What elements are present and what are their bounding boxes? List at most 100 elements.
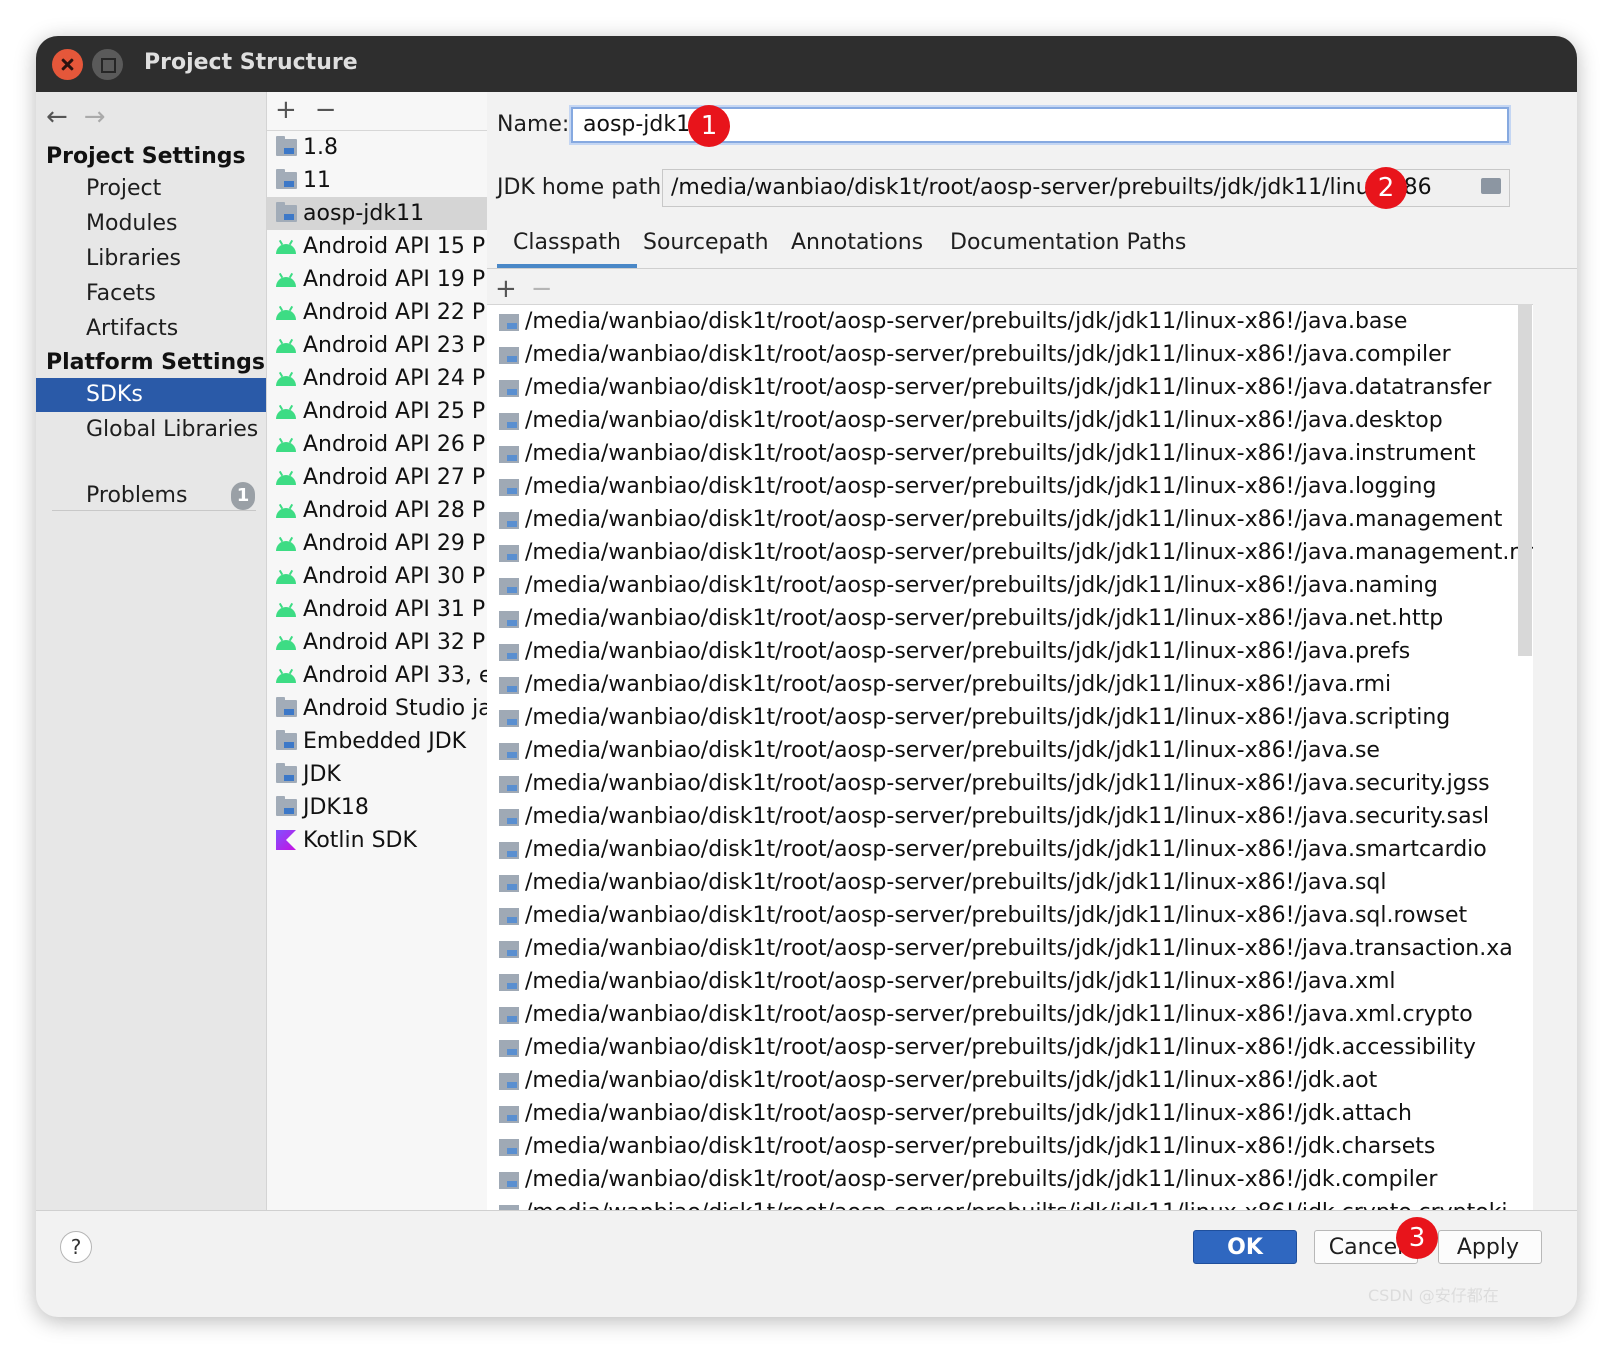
android-icon bbox=[276, 574, 296, 584]
classpath-row[interactable]: /media/wanbiao/disk1t/root/aosp-server/p… bbox=[487, 932, 1533, 965]
sdk-list-item[interactable]: Android API 24 Plat bbox=[267, 362, 487, 395]
remove-sdk-icon[interactable]: − bbox=[315, 95, 337, 125]
android-icon bbox=[276, 277, 296, 287]
sdk-list-item[interactable]: Android API 27 Plat bbox=[267, 461, 487, 494]
sdk-list-item[interactable]: Android Studio java bbox=[267, 692, 487, 725]
sdk-list-item[interactable]: Android API 29 Plat bbox=[267, 527, 487, 560]
android-icon bbox=[276, 475, 296, 485]
project-structure-window: Project Structure ← → Project Settings Pr… bbox=[36, 36, 1577, 1317]
classpath-row[interactable]: /media/wanbiao/disk1t/root/aosp-server/p… bbox=[487, 668, 1533, 701]
maximize-window-icon[interactable] bbox=[92, 49, 123, 80]
classpath-row[interactable]: /media/wanbiao/disk1t/root/aosp-server/p… bbox=[487, 833, 1533, 866]
sdk-list-item-label: Android API 31 Plat bbox=[303, 597, 487, 622]
sdk-list-item[interactable]: 11 bbox=[267, 164, 487, 197]
classpath-row[interactable]: /media/wanbiao/disk1t/root/aosp-server/p… bbox=[487, 1031, 1533, 1064]
close-window-icon[interactable] bbox=[52, 49, 83, 80]
sdk-list-item[interactable]: Android API 32 Plat bbox=[267, 626, 487, 659]
sdk-list-toolbar: + − bbox=[267, 92, 487, 131]
classpath-row[interactable]: /media/wanbiao/disk1t/root/aosp-server/p… bbox=[487, 536, 1533, 569]
jar-folder-icon bbox=[499, 413, 519, 430]
classpath-row[interactable]: /media/wanbiao/disk1t/root/aosp-server/p… bbox=[487, 437, 1533, 470]
classpath-row[interactable]: /media/wanbiao/disk1t/root/aosp-server/p… bbox=[487, 635, 1533, 668]
sdk-list-item-label: Android API 32 Plat bbox=[303, 630, 487, 655]
folder-icon bbox=[276, 796, 297, 816]
folder-icon bbox=[276, 169, 297, 189]
title-bar: Project Structure bbox=[36, 36, 1577, 93]
jdk-home-path-value: /media/wanbiao/disk1t/root/aosp-server/p… bbox=[671, 175, 1432, 200]
tab-classpath[interactable]: Classpath bbox=[497, 230, 637, 268]
sdk-list-item[interactable]: Android API 15 Plat bbox=[267, 230, 487, 263]
nav-item-libraries[interactable]: Libraries bbox=[36, 242, 266, 276]
classpath-row[interactable]: /media/wanbiao/disk1t/root/aosp-server/p… bbox=[487, 701, 1533, 734]
back-arrow-icon[interactable]: ← bbox=[46, 102, 68, 132]
sdk-list-item[interactable]: Android API 28 Plat bbox=[267, 494, 487, 527]
classpath-row[interactable]: /media/wanbiao/disk1t/root/aosp-server/p… bbox=[487, 800, 1533, 833]
folder-icon bbox=[276, 697, 297, 717]
classpath-row[interactable]: /media/wanbiao/disk1t/root/aosp-server/p… bbox=[487, 305, 1533, 338]
classpath-row[interactable]: /media/wanbiao/disk1t/root/aosp-server/p… bbox=[487, 866, 1533, 899]
classpath-list[interactable]: /media/wanbiao/disk1t/root/aosp-server/p… bbox=[487, 304, 1533, 1280]
classpath-row[interactable]: /media/wanbiao/disk1t/root/aosp-server/p… bbox=[487, 569, 1533, 602]
window-title: Project Structure bbox=[144, 50, 358, 75]
sdk-list-item[interactable]: Android API 33, ext bbox=[267, 659, 487, 692]
sdk-list-item[interactable]: Kotlin SDK bbox=[267, 824, 487, 857]
problems-label: Problems bbox=[86, 483, 188, 508]
classpath-row[interactable]: /media/wanbiao/disk1t/root/aosp-server/p… bbox=[487, 965, 1533, 998]
sdk-list-item[interactable]: JDK bbox=[267, 758, 487, 791]
classpath-row[interactable]: /media/wanbiao/disk1t/root/aosp-server/p… bbox=[487, 998, 1533, 1031]
apply-button[interactable]: Apply bbox=[1438, 1230, 1542, 1264]
sdk-list-item[interactable]: Android API 23 Plat bbox=[267, 329, 487, 362]
nav-item-modules[interactable]: Modules bbox=[36, 207, 266, 241]
sdk-list-item-label: Android API 29 Plat bbox=[303, 531, 487, 556]
sdk-list-item[interactable]: Android API 22 Plat bbox=[267, 296, 487, 329]
classpath-row[interactable]: /media/wanbiao/disk1t/root/aosp-server/p… bbox=[487, 404, 1533, 437]
nav-item-facets[interactable]: Facets bbox=[36, 277, 266, 311]
classpath-scrollbar[interactable] bbox=[1518, 304, 1532, 656]
jar-folder-icon bbox=[499, 347, 519, 364]
nav-item-global-libraries[interactable]: Global Libraries bbox=[36, 413, 266, 447]
ok-button[interactable]: OK bbox=[1193, 1230, 1297, 1264]
sdk-list-item[interactable]: 1.8 bbox=[267, 131, 487, 164]
sdk-list-item[interactable]: Android API 31 Plat bbox=[267, 593, 487, 626]
classpath-row[interactable]: /media/wanbiao/disk1t/root/aosp-server/p… bbox=[487, 1130, 1533, 1163]
nav-item-problems[interactable]: Problems 1 bbox=[36, 479, 266, 513]
sdk-list-item[interactable]: aosp-jdk11 bbox=[267, 197, 487, 230]
classpath-entry-label: /media/wanbiao/disk1t/root/aosp-server/p… bbox=[525, 342, 1451, 367]
sdk-list-item[interactable]: Android API 30 Plat bbox=[267, 560, 487, 593]
nav-item-sdks[interactable]: SDKs bbox=[36, 378, 266, 412]
browse-folder-icon[interactable] bbox=[1481, 178, 1501, 194]
sdk-list-item[interactable]: Android API 26 Plat bbox=[267, 428, 487, 461]
classpath-row[interactable]: /media/wanbiao/disk1t/root/aosp-server/p… bbox=[487, 734, 1533, 767]
jar-folder-icon bbox=[499, 1007, 519, 1024]
classpath-row[interactable]: /media/wanbiao/disk1t/root/aosp-server/p… bbox=[487, 767, 1533, 800]
remove-classpath-icon: − bbox=[530, 274, 553, 304]
add-classpath-icon[interactable]: + bbox=[495, 274, 517, 304]
sdk-list-item-label: JDK bbox=[303, 762, 341, 787]
sdk-list-item-label: Android API 26 Plat bbox=[303, 432, 487, 457]
classpath-row[interactable]: /media/wanbiao/disk1t/root/aosp-server/p… bbox=[487, 503, 1533, 536]
sdk-list-item[interactable]: Android API 25 Plat bbox=[267, 395, 487, 428]
sdk-list-item-label: Android API 25 Plat bbox=[303, 399, 487, 424]
tab-documentation-paths[interactable]: Documentation Paths bbox=[934, 230, 1202, 268]
classpath-row[interactable]: /media/wanbiao/disk1t/root/aosp-server/p… bbox=[487, 899, 1533, 932]
help-button[interactable]: ? bbox=[60, 1231, 92, 1263]
sdk-list-item[interactable]: Embedded JDK bbox=[267, 725, 487, 758]
classpath-row[interactable]: /media/wanbiao/disk1t/root/aosp-server/p… bbox=[487, 1097, 1533, 1130]
add-sdk-icon[interactable]: + bbox=[275, 95, 297, 125]
tab-sourcepath[interactable]: Sourcepath bbox=[627, 230, 785, 268]
classpath-row[interactable]: /media/wanbiao/disk1t/root/aosp-server/p… bbox=[487, 1163, 1533, 1196]
nav-item-artifacts[interactable]: Artifacts bbox=[36, 312, 266, 346]
sdk-list-item[interactable]: Android API 19 Plat bbox=[267, 263, 487, 296]
android-icon bbox=[276, 343, 296, 353]
classpath-row[interactable]: /media/wanbiao/disk1t/root/aosp-server/p… bbox=[487, 338, 1533, 371]
classpath-row[interactable]: /media/wanbiao/disk1t/root/aosp-server/p… bbox=[487, 1064, 1533, 1097]
sdk-list-item[interactable]: JDK18 bbox=[267, 791, 487, 824]
android-icon bbox=[276, 310, 296, 320]
annotation-marker-3: 3 bbox=[1396, 1217, 1438, 1259]
classpath-row[interactable]: /media/wanbiao/disk1t/root/aosp-server/p… bbox=[487, 470, 1533, 503]
classpath-row[interactable]: /media/wanbiao/disk1t/root/aosp-server/p… bbox=[487, 371, 1533, 404]
tab-annotations[interactable]: Annotations bbox=[775, 230, 939, 268]
nav-item-project[interactable]: Project bbox=[36, 172, 266, 206]
classpath-row[interactable]: /media/wanbiao/disk1t/root/aosp-server/p… bbox=[487, 602, 1533, 635]
android-icon bbox=[276, 409, 296, 419]
